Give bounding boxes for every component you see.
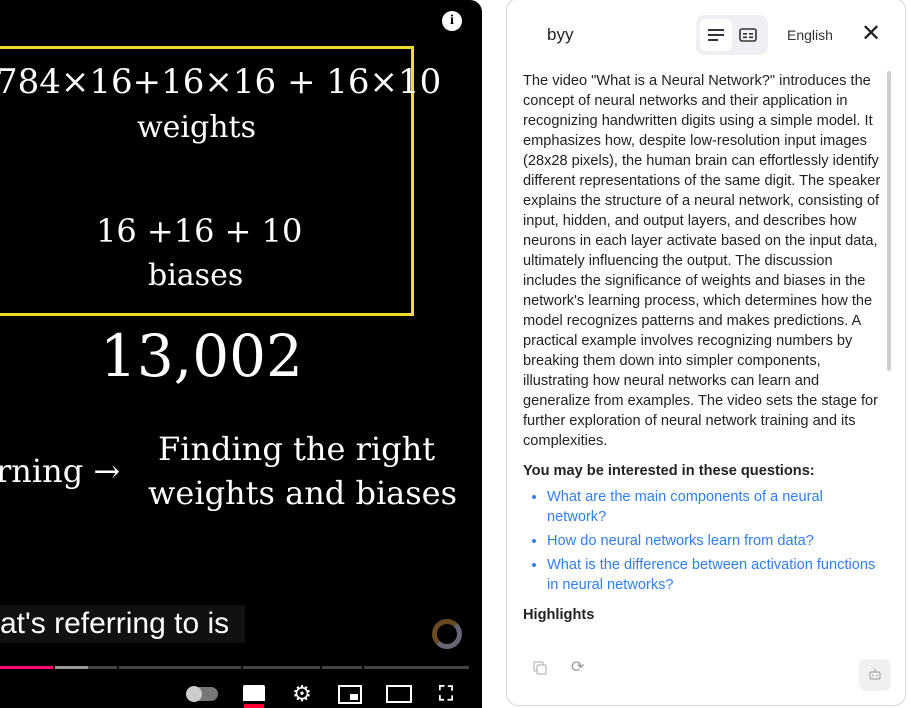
summary-panel: byy English ✕ The video "What is a Neura… — [506, 0, 906, 706]
question-link[interactable]: What is the difference between activatio… — [547, 555, 885, 595]
theater-mode-icon[interactable] — [385, 682, 413, 706]
language-select[interactable]: English — [787, 27, 833, 43]
fullscreen-icon[interactable]: ⛶ — [434, 682, 458, 706]
math-finding-2: weights and biases — [148, 474, 458, 512]
math-line-1: 784×16+16×16 + 16×10 — [0, 62, 442, 102]
video-player[interactable]: i 784×16+16×16 + 16×10 weights 16 +16 + … — [0, 0, 482, 708]
math-total: 13,002 — [100, 322, 303, 390]
scrollbar[interactable] — [887, 71, 891, 371]
autoplay-toggle[interactable] — [185, 682, 219, 706]
info-icon[interactable]: i — [442, 11, 462, 31]
math-learning: rning → — [0, 452, 121, 490]
settings-gear-icon[interactable]: ⚙ — [290, 681, 314, 706]
chat-bot-button[interactable] — [859, 659, 891, 691]
math-finding-1: Finding the right — [158, 430, 436, 468]
miniplayer-icon[interactable] — [337, 682, 363, 706]
summary-text: The video "What is a Neural Network?" in… — [523, 73, 881, 449]
regenerate-icon[interactable]: ⟳ — [571, 660, 584, 676]
loading-spinner-icon — [432, 619, 462, 649]
math-weights: weights — [137, 110, 257, 145]
question-link[interactable]: What are the main components of a neural… — [547, 487, 885, 527]
subtitles-icon[interactable] — [242, 682, 266, 706]
summary-content: The video "What is a Neural Network?" in… — [523, 71, 885, 641]
question-link[interactable]: How do neural networks learn from data? — [547, 531, 885, 551]
questions-heading: You may be interested in these questions… — [523, 463, 815, 479]
view-toggle — [696, 15, 768, 55]
copy-icon[interactable] — [533, 661, 547, 678]
highlights-heading: Highlights — [523, 607, 595, 623]
math-line-2: 16 +16 + 10 — [96, 212, 303, 250]
summary-view-icon[interactable] — [700, 19, 732, 51]
caption: at's referring to is — [0, 605, 246, 643]
close-icon[interactable]: ✕ — [861, 21, 881, 47]
transcript-view-icon[interactable] — [732, 19, 764, 51]
user-name: byy — [547, 25, 574, 44]
math-biases: biases — [148, 258, 244, 293]
